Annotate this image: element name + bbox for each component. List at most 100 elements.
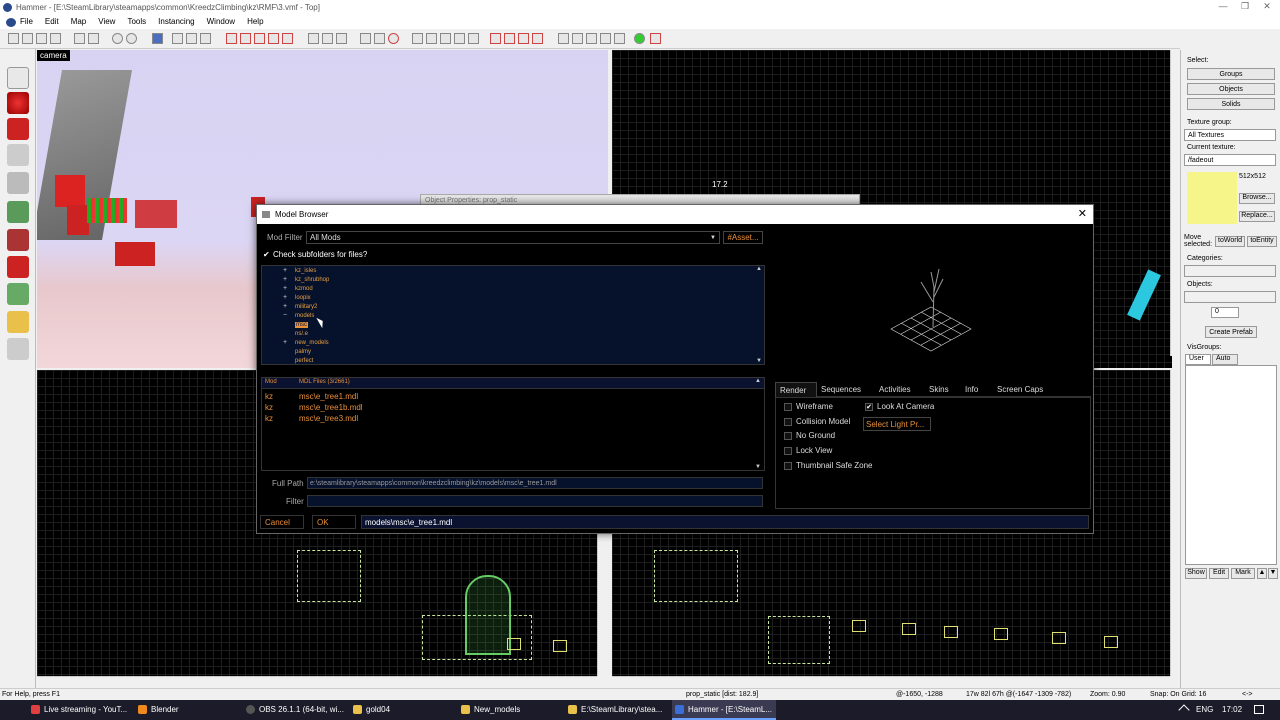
menu-view[interactable]: View	[98, 15, 115, 29]
file-list[interactable]: Mod MDL Files (3/2661) ▲ kz msc\e_tree1.…	[261, 377, 765, 471]
minimize-button[interactable]: —	[1212, 1, 1234, 11]
tree-item-selected[interactable]: msc	[295, 322, 308, 328]
taskbar-item-steamlibrary[interactable]: E:\SteamLibrary\stea...	[565, 700, 667, 720]
tool-icon[interactable]	[468, 33, 479, 44]
horizontal-scrollbar[interactable]	[612, 676, 1170, 686]
tool-icon[interactable]	[650, 33, 661, 44]
tree-item[interactable]: kzmod	[295, 286, 313, 292]
to-world-button[interactable]: toWorld	[1215, 236, 1245, 247]
check-subfolders-icon[interactable]: ✔	[263, 250, 270, 259]
tab-skins[interactable]: Skins	[925, 382, 959, 397]
select-light-button[interactable]: Select Light Pr...	[863, 417, 931, 431]
mark-button[interactable]: Mark	[1231, 568, 1255, 579]
texture-icon[interactable]	[268, 33, 279, 44]
hide-icon[interactable]	[200, 33, 211, 44]
entity-icon[interactable]	[490, 33, 501, 44]
tool-icon[interactable]	[572, 33, 583, 44]
texture-icon[interactable]	[240, 33, 251, 44]
current-texture-select[interactable]: /fadeout	[1184, 154, 1276, 166]
load-icon[interactable]	[74, 33, 85, 44]
menu-window[interactable]: Window	[207, 15, 235, 29]
count-spinner[interactable]: 0	[1211, 307, 1239, 318]
groups-button[interactable]: Groups	[1187, 68, 1275, 80]
tab-sequences[interactable]: Sequences	[817, 382, 875, 397]
file-path[interactable]: msc\e_tree3.mdl	[299, 414, 358, 423]
tool-icon[interactable]	[454, 33, 465, 44]
group-icon[interactable]	[172, 33, 183, 44]
notifications-icon[interactable]	[1254, 705, 1264, 714]
create-prefab-button[interactable]: Create Prefab	[1205, 326, 1257, 338]
cm-icon[interactable]	[614, 33, 625, 44]
texture-icon[interactable]	[282, 33, 293, 44]
cancel-button[interactable]: Cancel	[260, 515, 304, 529]
taskbar-item-blender[interactable]: Blender	[135, 700, 235, 720]
full-path-field[interactable]: e:\steamlibrary\steamapps\common\kreedzc…	[307, 477, 763, 489]
expand-icon[interactable]: +	[283, 267, 287, 274]
taskbar-item-youtube[interactable]: Live streaming - YouT...	[28, 700, 130, 720]
browse-button[interactable]: Browse...	[1239, 193, 1275, 204]
folder-tree[interactable]: + kz_isles + kz_shrubhop + kzmod + loopi…	[261, 265, 765, 365]
clip-tool-icon[interactable]	[7, 311, 29, 333]
magnify-tool-icon[interactable]	[7, 92, 29, 114]
tab-info[interactable]: Info	[961, 382, 989, 397]
vertical-scrollbar[interactable]	[1170, 50, 1180, 356]
tool-icon[interactable]	[586, 33, 597, 44]
paste-icon[interactable]	[336, 33, 347, 44]
tool-icon[interactable]	[426, 33, 437, 44]
tree-item[interactable]: kz_isles	[295, 268, 316, 274]
texture-tool-icon[interactable]	[7, 201, 29, 223]
solids-button[interactable]: Solids	[1187, 98, 1275, 110]
vertical-scrollbar[interactable]	[597, 534, 607, 676]
vertex-tool-icon[interactable]	[7, 338, 29, 360]
select-icon[interactable]	[374, 33, 385, 44]
file-mod[interactable]: kz	[265, 403, 273, 412]
ok-button[interactable]: OK	[312, 515, 356, 529]
tab-auto[interactable]: Auto	[1212, 354, 1238, 365]
cut-icon[interactable]	[308, 33, 319, 44]
look-at-camera-checkbox[interactable]: ✔	[865, 403, 873, 411]
horizontal-scrollbar[interactable]	[37, 676, 597, 686]
down-arrow-icon[interactable]: ▼	[1268, 568, 1278, 579]
taskbar-item-new-models[interactable]: New_models	[458, 700, 558, 720]
tab-user[interactable]: User	[1185, 354, 1211, 365]
tab-activities[interactable]: Activities	[875, 382, 923, 397]
tree-scrollbar[interactable]: ▲ ▼	[756, 266, 764, 364]
tray-chevron-icon[interactable]	[1178, 704, 1190, 716]
file-mod[interactable]: kz	[265, 414, 273, 423]
lock-view-checkbox[interactable]	[784, 447, 792, 455]
select-icon[interactable]	[360, 33, 371, 44]
tree-item[interactable]: palmy	[295, 349, 311, 355]
texture-lock-icon[interactable]	[226, 33, 237, 44]
expand-icon[interactable]: +	[283, 294, 287, 301]
scroll-down-icon[interactable]: ▼	[755, 464, 761, 470]
no-ground-checkbox[interactable]	[784, 432, 792, 440]
column-header-files[interactable]: MDL Files (3/2661)	[299, 379, 350, 385]
file-path[interactable]: msc\e_tree1.mdl	[299, 392, 358, 401]
scroll-up-icon[interactable]: ▲	[755, 378, 761, 384]
decal-tool-icon[interactable]	[7, 256, 29, 278]
menu-edit[interactable]: Edit	[45, 15, 59, 29]
tab-screen-caps[interactable]: Screen Caps	[993, 382, 1063, 397]
texture-icon[interactable]	[254, 33, 265, 44]
tree-item[interactable]: military2	[295, 304, 317, 310]
grid-icon[interactable]	[50, 33, 61, 44]
entity-icon[interactable]	[532, 33, 543, 44]
clock[interactable]: 17:02	[1222, 700, 1242, 720]
replace-button[interactable]: Replace...	[1239, 211, 1275, 222]
copy-icon[interactable]	[322, 33, 333, 44]
grid-icon[interactable]	[36, 33, 47, 44]
taskbar-item-obs[interactable]: OBS 26.1.1 (64-bit, wi...	[243, 700, 345, 720]
expand-icon[interactable]: +	[283, 303, 287, 310]
run-map-icon[interactable]	[558, 33, 569, 44]
mod-filter-select[interactable]: All Mods ▼	[306, 231, 720, 244]
camera-tool-icon[interactable]	[7, 118, 29, 140]
column-header-mod[interactable]: Mod	[265, 379, 277, 385]
tree-item[interactable]: new_models	[295, 340, 329, 346]
save-icon[interactable]	[88, 33, 99, 44]
overlay-tool-icon[interactable]	[7, 283, 29, 305]
entity-icon[interactable]	[518, 33, 529, 44]
menu-file[interactable]: File	[20, 15, 33, 29]
menu-tools[interactable]: Tools	[127, 15, 146, 29]
taskbar-item-hammer[interactable]: Hammer - [E:\SteamL...	[672, 700, 776, 720]
apply-texture-icon[interactable]	[7, 229, 29, 251]
